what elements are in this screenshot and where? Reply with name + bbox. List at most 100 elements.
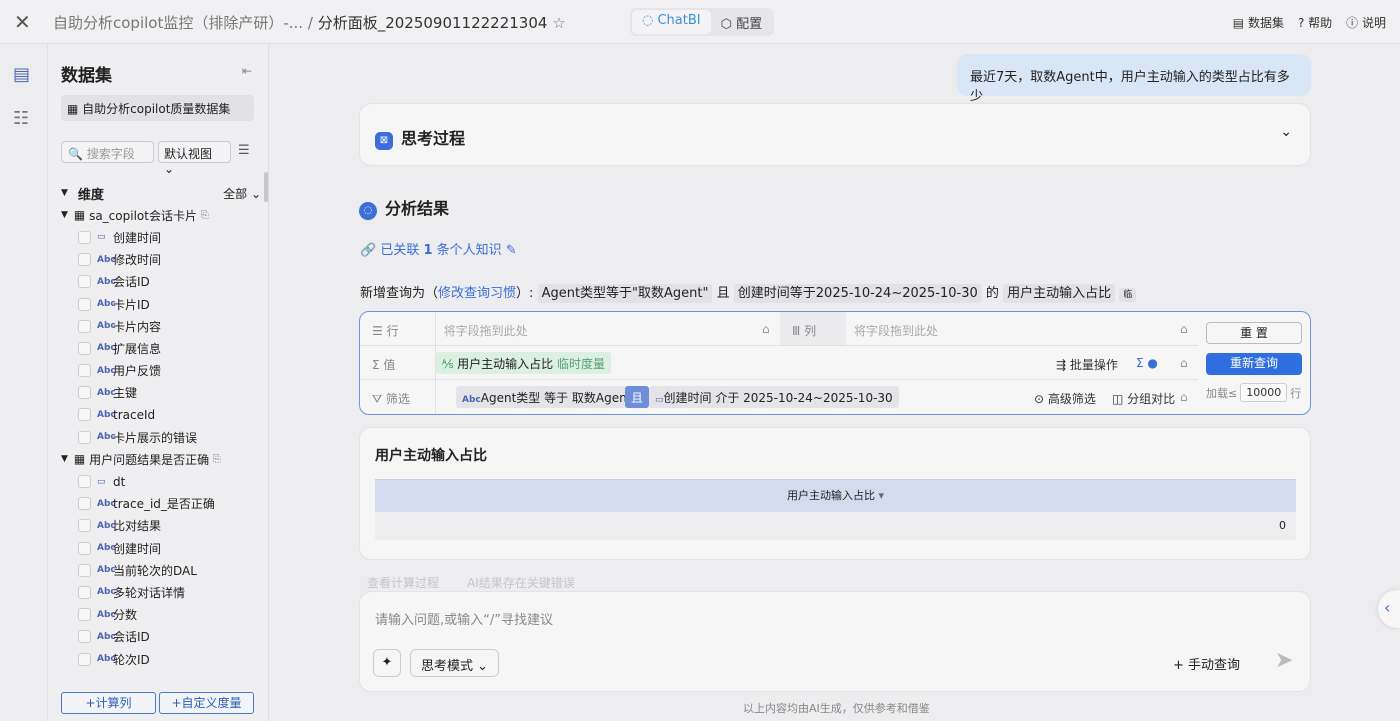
field-checkbox[interactable] [78, 386, 91, 400]
add-calc-column-button[interactable]: +计算列 [61, 692, 156, 714]
load-limit-input[interactable]: 10000 [1240, 383, 1288, 402]
collapse-icon[interactable]: ⇤ [242, 64, 252, 78]
chevron-down-icon[interactable]: ⌄ [1280, 124, 1292, 140]
field-item[interactable]: Abc 扩展信息 [61, 337, 261, 359]
field-checkbox[interactable] [78, 430, 91, 444]
field-item[interactable]: Abc trace_id_是否正确 [61, 493, 261, 515]
send-icon[interactable]: ➤ [1275, 648, 1293, 673]
add-custom-measure-button[interactable]: +自定义度量 [159, 692, 254, 714]
field-item[interactable]: Abc 当前轮次的DAL [61, 559, 261, 581]
field-search-input[interactable]: 🔍 搜索字段 [61, 141, 154, 163]
field-checkbox[interactable] [78, 230, 91, 244]
field-item[interactable]: Abc 卡片展示的错误 [61, 426, 261, 448]
field-checkbox[interactable] [78, 319, 91, 333]
thinking-mode-select[interactable]: 思考模式 ⌄ [410, 649, 500, 677]
field-item[interactable]: Abc 卡片内容 [61, 315, 261, 337]
sparkle-icon[interactable]: ✦ [373, 649, 401, 677]
field-item[interactable]: Abc 创建时间 [61, 537, 261, 559]
linked-knowledge[interactable]: 🔗 已关联 1 条个人知识 ✎ [360, 239, 517, 258]
text-type-icon: Abc [97, 343, 116, 354]
field-checkbox[interactable] [78, 275, 91, 289]
tab-config[interactable]: ⬡ 配置 [711, 10, 773, 34]
modify-habit-link[interactable]: 修改查询习惯 [438, 286, 516, 301]
clear-icon[interactable]: ⌂ [762, 322, 770, 336]
view-select[interactable]: 默认视图 ⌄ [158, 141, 231, 176]
field-item[interactable]: Abc 会话ID [61, 271, 261, 293]
report-error-button[interactable]: AI结果存在关键错误 [467, 574, 575, 591]
text-type-icon: Abc [97, 321, 116, 332]
advanced-filter-button[interactable]: ⊙ 高级筛选 [1034, 390, 1096, 407]
batch-operation-button[interactable]: ⇶ 批量操作 [1056, 356, 1118, 373]
field-checkbox[interactable] [78, 475, 91, 489]
manual-query-button[interactable]: + 手动查询 [1173, 654, 1240, 673]
clear-icon[interactable]: ⌂ [1180, 390, 1188, 404]
field-checkbox[interactable] [78, 408, 91, 422]
field-checkbox[interactable] [78, 585, 91, 599]
field-item[interactable]: Abc 修改时间 [61, 249, 261, 271]
tab-chatbi[interactable]: ◌ ChatBI [632, 10, 711, 34]
chat-input-box[interactable]: 请输入问题,或输入“/”寻找建议 ✦ 思考模式 ⌄ + 手动查询 ➤ [359, 591, 1311, 692]
requery-button[interactable]: 重新查询 [1206, 353, 1302, 375]
breadcrumb-parent[interactable]: 自助分析copilot监控（排除产研）-... [53, 14, 303, 32]
close-icon[interactable]: ✕ [14, 10, 31, 34]
table-group[interactable]: ▼ ▦ sa_copilot会话卡片 ⎘ [61, 204, 261, 226]
sidebar-title: 数据集 [61, 66, 112, 86]
clear-icon[interactable]: ⌂ [1180, 322, 1188, 336]
help-link[interactable]: ? 帮助 [1298, 14, 1332, 31]
reset-button[interactable]: 重 置 [1206, 322, 1302, 344]
measure-chip[interactable]: ⅍ 用户主动输入占比 临时度量 [436, 352, 612, 374]
field-item[interactable]: Abc 用户反馈 [61, 360, 261, 382]
query-builder: ☰ 行 将字段拖到此处 ⌂ Ⅲ 列 将字段拖到此处 ⌂ Σ 值 ⅍ 用户主动输入… [359, 311, 1311, 415]
filter-chip-created-time[interactable]: ▭创建时间 介于 2025-10-24~2025-10-30 [649, 386, 899, 408]
table-group[interactable]: ▼ ▦ 用户问题结果是否正确 ⎘ [61, 448, 261, 470]
field-checkbox[interactable] [78, 297, 91, 311]
dimension-header[interactable]: ▼ 维度 全部 ⌄ [61, 182, 261, 204]
tree-icon[interactable]: ☷ [13, 108, 29, 129]
text-type-icon: Abc [97, 254, 116, 265]
dataset-icon[interactable]: ▤ [13, 64, 30, 85]
row-drop-zone[interactable]: 将字段拖到此处 [436, 322, 528, 339]
field-item[interactable]: Abc 主键 [61, 382, 261, 404]
field-checkbox[interactable] [78, 630, 91, 644]
thinking-panel[interactable]: ⊠ 思考过程 ⌄ [359, 103, 1311, 166]
page-title: 分析面板_20250901122221304 [317, 14, 548, 32]
view-calc-process[interactable]: 查看计算过程 [367, 574, 439, 591]
group-compare-button[interactable]: ◫ 分组对比 [1112, 390, 1175, 407]
text-type-icon: Abc [97, 276, 116, 287]
field-item[interactable]: Abc 卡片ID [61, 293, 261, 315]
clear-icon[interactable]: ⌂ [1180, 356, 1188, 370]
and-operator[interactable]: 且 [625, 386, 650, 408]
field-checkbox[interactable] [78, 541, 91, 555]
field-item[interactable]: Abc 多轮对话详情 [61, 581, 261, 603]
dimension-filter[interactable]: 全部 ⌄ [223, 185, 261, 202]
toggle-icon[interactable]: Σ ● [1136, 356, 1158, 370]
field-item[interactable]: Abc 分数 [61, 604, 261, 626]
breadcrumb-separator: / [307, 14, 313, 32]
value-label: Σ 值 [360, 346, 436, 379]
dataset-selector[interactable]: ▦ 自助分析copilot质量数据集 [61, 95, 254, 121]
star-icon[interactable]: ☆ [552, 14, 565, 32]
dataset-link[interactable]: ▤ 数据集 [1233, 14, 1284, 31]
field-checkbox[interactable] [78, 497, 91, 511]
field-checkbox[interactable] [78, 253, 91, 267]
text-type-icon: Abc [97, 631, 116, 642]
field-checkbox[interactable] [78, 608, 91, 622]
field-item[interactable]: ▭ 创建时间 [61, 226, 261, 248]
field-item[interactable]: Abc 轮次ID [61, 648, 261, 670]
field-item[interactable]: Abc 比对结果 [61, 515, 261, 537]
field-checkbox[interactable] [78, 563, 91, 577]
field-checkbox[interactable] [78, 341, 91, 355]
sidebar-scrollbar[interactable] [264, 172, 268, 202]
table-header[interactable]: 用户主动输入占比 ▾ [375, 479, 1296, 512]
field-checkbox[interactable] [78, 652, 91, 666]
field-checkbox[interactable] [78, 519, 91, 533]
col-drop-zone[interactable]: 将字段拖到此处 [854, 322, 938, 339]
field-item[interactable]: Abc traceId [61, 404, 261, 426]
chat-input[interactable]: 请输入问题,或输入“/”寻找建议 [375, 609, 553, 628]
docs-link[interactable]: ⓘ 说明 [1346, 14, 1386, 31]
field-checkbox[interactable] [78, 364, 91, 378]
field-item[interactable]: Abc 会话ID [61, 626, 261, 648]
list-settings-icon[interactable]: ☰ [238, 143, 250, 158]
field-item[interactable]: ▭ dt [61, 470, 261, 492]
filter-chip-agent-type[interactable]: AbcAgent类型 等于 取数Agent [456, 386, 638, 408]
